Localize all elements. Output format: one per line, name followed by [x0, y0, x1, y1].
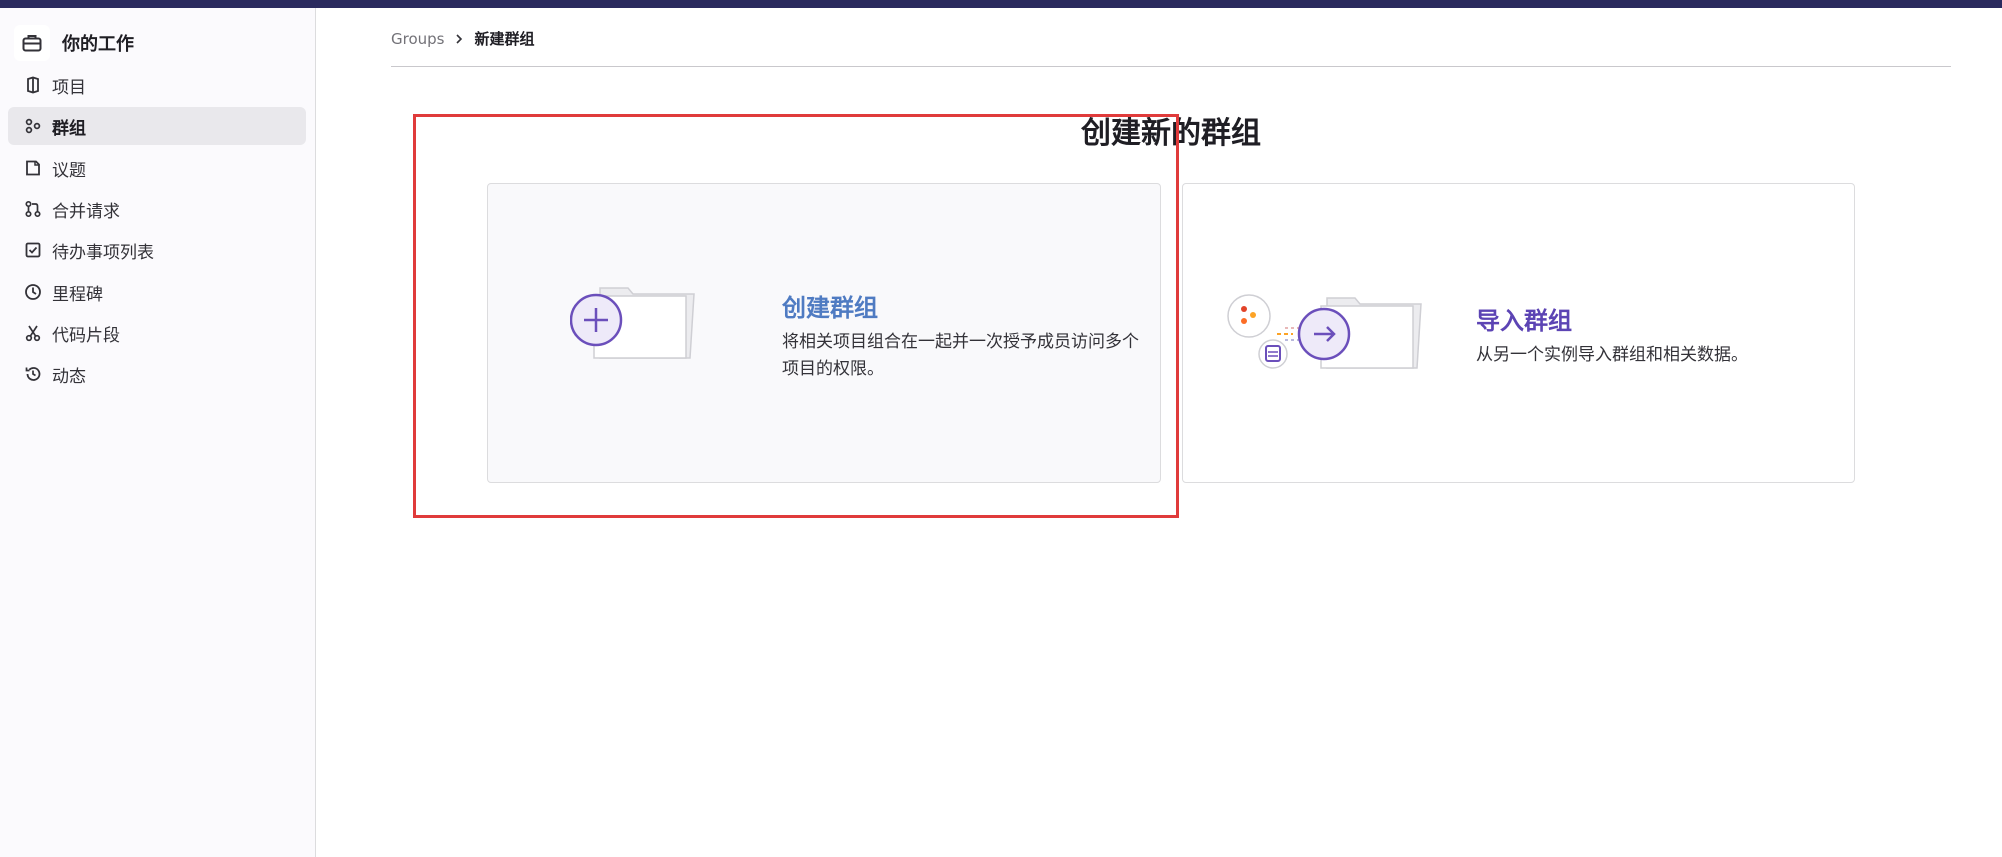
sidebar-item-activity[interactable]: 动态 [8, 355, 306, 393]
sidebar-item-merge-requests[interactable]: 合并请求 [8, 190, 306, 228]
create-group-illustration [569, 284, 700, 368]
sidebar-item-todo[interactable]: 待办事项列表 [8, 231, 306, 269]
sidebar-header[interactable]: 你的工作 [14, 24, 134, 62]
todo-icon [22, 239, 44, 261]
sidebar-item-projects[interactable]: 项目 [8, 66, 306, 104]
history-icon [22, 363, 44, 385]
create-group-description: 将相关项目组合在一起并一次授予成员访问多个项目的权限。 [782, 332, 1139, 379]
breadcrumb-divider [391, 66, 1951, 67]
chevron-right-icon [454, 33, 464, 45]
scissors-icon [22, 322, 44, 344]
project-icon [22, 74, 44, 96]
breadcrumb: Groups 新建群组 [391, 28, 535, 49]
breadcrumb-groups-link[interactable]: Groups [391, 30, 444, 48]
create-group-card[interactable]: 创建群组 将相关项目组合在一起并一次授予成员访问多个项目的权限。 [487, 183, 1161, 483]
page-title: 创建新的群组 [1081, 116, 1261, 151]
create-group-title: 创建群组 [782, 294, 878, 322]
sidebar-item-label: 待办事项列表 [52, 242, 154, 263]
sidebar-title: 你的工作 [62, 34, 134, 55]
breadcrumb-current: 新建群组 [474, 30, 535, 48]
clock-icon [22, 281, 44, 303]
sidebar-item-snippets[interactable]: 代码片段 [8, 314, 306, 352]
sidebar-item-label: 代码片段 [52, 325, 120, 346]
sidebar-item-label: 动态 [52, 366, 86, 387]
import-group-card[interactable]: 导入群组 从另一个实例导入群组和相关数据。 [1182, 183, 1855, 483]
issues-icon [22, 157, 44, 179]
sidebar-item-label: 议题 [52, 160, 86, 181]
import-group-illustration [1227, 294, 1437, 380]
sidebar-item-label: 合并请求 [52, 201, 120, 222]
briefcase-icon [14, 25, 50, 61]
sidebar-item-label: 里程碑 [52, 284, 103, 305]
import-group-title: 导入群组 [1476, 307, 1572, 335]
sidebar-item-issues[interactable]: 议题 [8, 149, 306, 187]
top-bar [0, 0, 2002, 8]
sidebar-item-label: 项目 [52, 77, 86, 98]
sidebar-item-milestones[interactable]: 里程碑 [8, 273, 306, 311]
merge-request-icon [22, 198, 44, 220]
import-group-description: 从另一个实例导入群组和相关数据。 [1476, 345, 1748, 365]
